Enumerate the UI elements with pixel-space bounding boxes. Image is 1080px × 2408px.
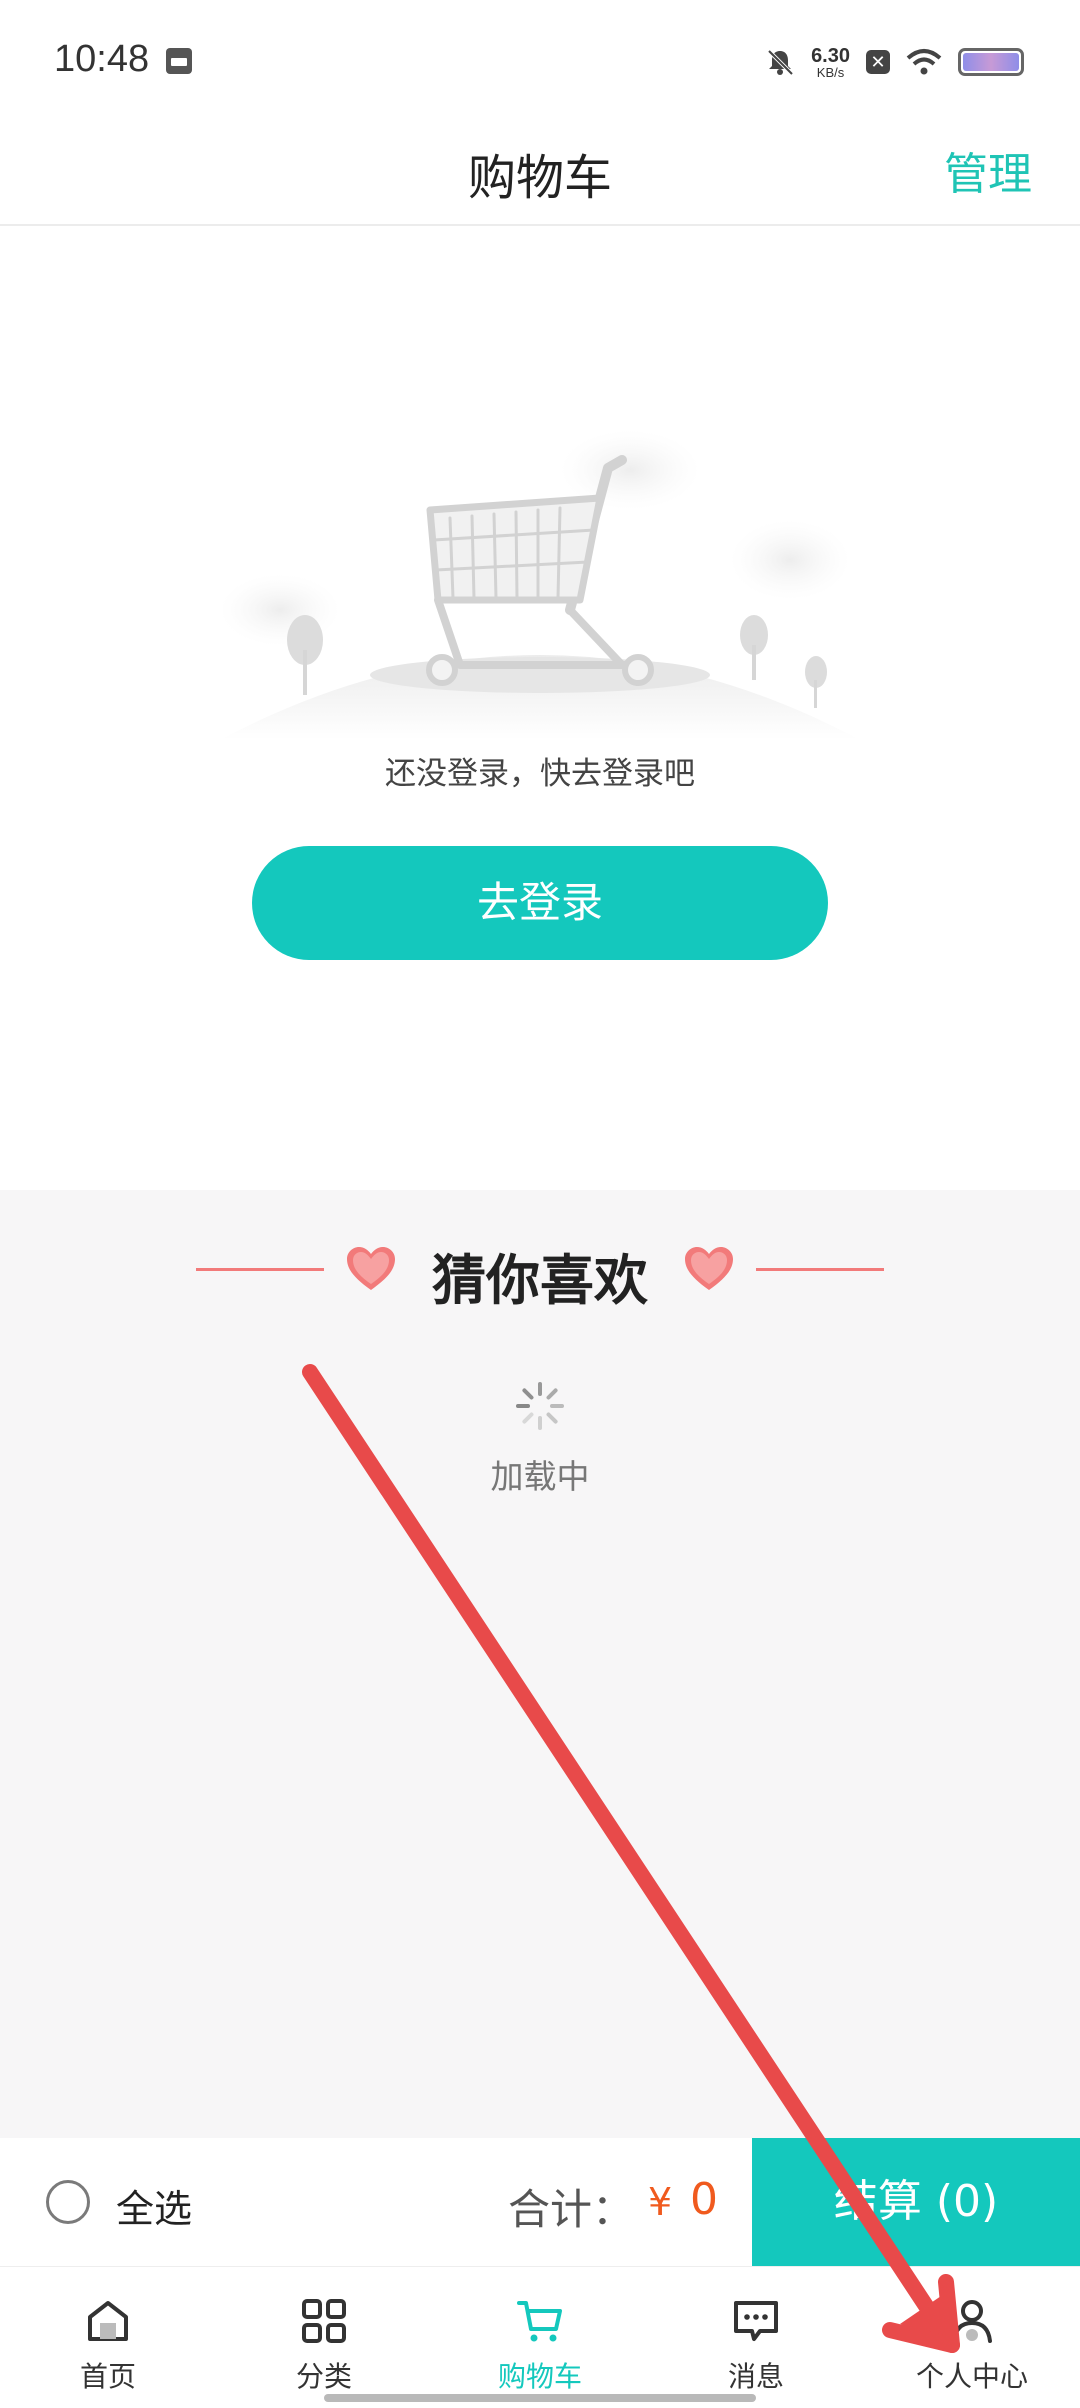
battery-icon — [958, 48, 1024, 76]
message-icon — [734, 2301, 778, 2341]
tab-label: 购物车 — [497, 2360, 582, 2393]
total-label: 合计： — [508, 2185, 635, 2234]
loading-spinner-icon — [516, 1382, 564, 1430]
calendar-icon — [166, 48, 192, 74]
shopping-cart-illustration — [220, 430, 860, 740]
home-icon — [88, 2301, 128, 2341]
cart-icon — [517, 2301, 562, 2342]
mute-bell-icon — [767, 49, 794, 76]
category-icon — [302, 2299, 346, 2343]
checkout-bar: 全选 合计： ¥ 0 结算 (0) — [0, 2138, 1080, 2266]
home-indicator[interactable] — [324, 2394, 756, 2402]
tab-profile[interactable]: 个人中心 — [864, 2267, 1080, 2408]
go-login-button[interactable]: 去登录 — [252, 846, 828, 960]
close-box-icon: ✕ — [866, 50, 890, 74]
select-all-radio[interactable] — [46, 2180, 90, 2224]
wifi-icon — [906, 49, 942, 75]
bottom-tab-bar: 首页 分类 购物车 消息 个人中心 — [0, 2266, 1080, 2408]
section-title: 猜你喜欢 — [432, 1249, 648, 1312]
tab-message[interactable]: 消息 — [648, 2267, 864, 2408]
status-bar: 10:48 6.30 KB/s ✕ — [0, 0, 1080, 120]
person-icon — [952, 2300, 992, 2343]
heart-icon — [685, 1247, 733, 1290]
checkout-button[interactable]: 结算 (0) — [752, 2138, 1080, 2266]
tab-category[interactable]: 分类 — [216, 2267, 432, 2408]
tab-cart[interactable]: 购物车 — [432, 2267, 648, 2408]
top-header: 购物车 管理 — [0, 120, 1080, 226]
manage-button[interactable]: 管理 — [944, 138, 1032, 202]
guess-you-like-section: 猜你喜欢 加载中 — [0, 1190, 1080, 2138]
currency-symbol: ¥ — [648, 2180, 673, 2224]
tab-label: 个人中心 — [915, 2360, 1028, 2393]
status-icons: 6.30 KB/s ✕ — [765, 42, 1024, 82]
net-speed-value: 6.30 — [811, 44, 850, 67]
net-speed-unit: KB/s — [816, 64, 845, 80]
tab-label: 消息 — [727, 2360, 784, 2393]
not-logged-in-message: 还没登录，快去登录吧 — [385, 756, 695, 792]
total-amount: 0 — [690, 2174, 718, 2225]
select-all-label[interactable]: 全选 — [116, 2178, 192, 2233]
loading-text: 加载中 — [490, 1457, 590, 1496]
status-time: 10:48 — [54, 38, 150, 80]
tab-label: 分类 — [295, 2360, 352, 2393]
network-speed: 6.30 KB/s — [811, 46, 850, 79]
tab-label: 首页 — [79, 2360, 136, 2393]
divider-right — [756, 1268, 884, 1271]
tab-home[interactable]: 首页 — [0, 2267, 216, 2408]
page-title: 购物车 — [467, 150, 612, 206]
